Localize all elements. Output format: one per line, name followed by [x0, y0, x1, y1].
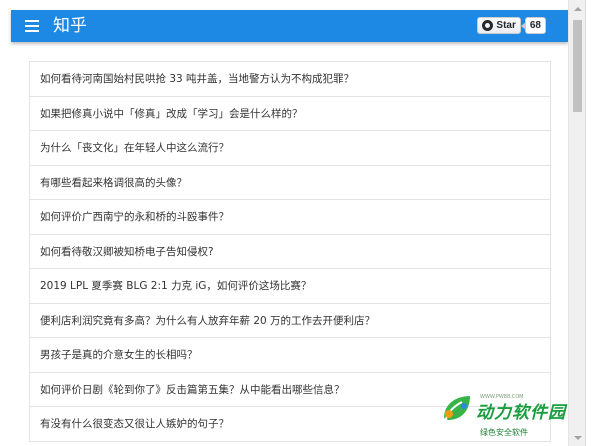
watermark-subtitle: 绿色安全软件: [480, 428, 528, 437]
watermark-title: 动力软件园: [476, 403, 566, 423]
leaf-logo-icon: [444, 396, 470, 421]
watermark-logo: WWW.PW88.COM 动力软件园 绿色安全软件: [440, 392, 590, 442]
question-item[interactable]: 2019 LPL 夏季赛 BLG 2:1 力克 iG，如何评价这场比赛？: [30, 269, 550, 304]
app-window: 知乎 Star 68 如何看待河南国始村民哄抢 33 吨井盖，当地警方认为不构成…: [0, 0, 599, 446]
github-icon: [482, 20, 494, 31]
scroll-up-arrow-icon[interactable]: [569, 0, 586, 17]
question-item[interactable]: 如何看待敬汉卿被知桥电子告知侵权?: [30, 235, 550, 269]
github-star-count[interactable]: 68: [520, 17, 546, 34]
github-star-label: Star: [496, 20, 516, 31]
scrollbar-thumb[interactable]: [573, 20, 582, 112]
question-item[interactable]: 如果把修真小说中「修真」改成「学习」会是什么样的？: [30, 97, 550, 131]
github-star-button[interactable]: Star: [477, 17, 521, 34]
hamburger-menu-icon[interactable]: [25, 20, 39, 32]
question-item[interactable]: 男孩子是真的介意女生的长相吗？: [30, 338, 550, 373]
top-app-bar: 知乎 Star 68: [11, 10, 568, 42]
question-item[interactable]: 为什么「丧文化」在年轻人中这么流行？: [30, 131, 550, 166]
question-list: 如何看待河南国始村民哄抢 33 吨井盖，当地警方认为不构成犯罪？ 如果把修真小说…: [29, 61, 551, 442]
window-border: [585, 0, 599, 446]
question-item[interactable]: 如何看待河南国始村民哄抢 33 吨井盖，当地警方认为不构成犯罪？: [30, 62, 550, 97]
question-item[interactable]: 如何评价广西南宁的永和桥的斗殴事件？: [30, 200, 550, 235]
app-title: 知乎: [53, 16, 87, 36]
vertical-scrollbar[interactable]: [568, 0, 586, 446]
question-item[interactable]: 有哪些看起来格调很高的头像？: [30, 166, 550, 200]
github-star-widget[interactable]: Star 68: [477, 17, 546, 34]
question-item[interactable]: 便利店利润究竟有多高？为什么有人放弃年薪 20 万的工作去开便利店？: [30, 304, 550, 338]
